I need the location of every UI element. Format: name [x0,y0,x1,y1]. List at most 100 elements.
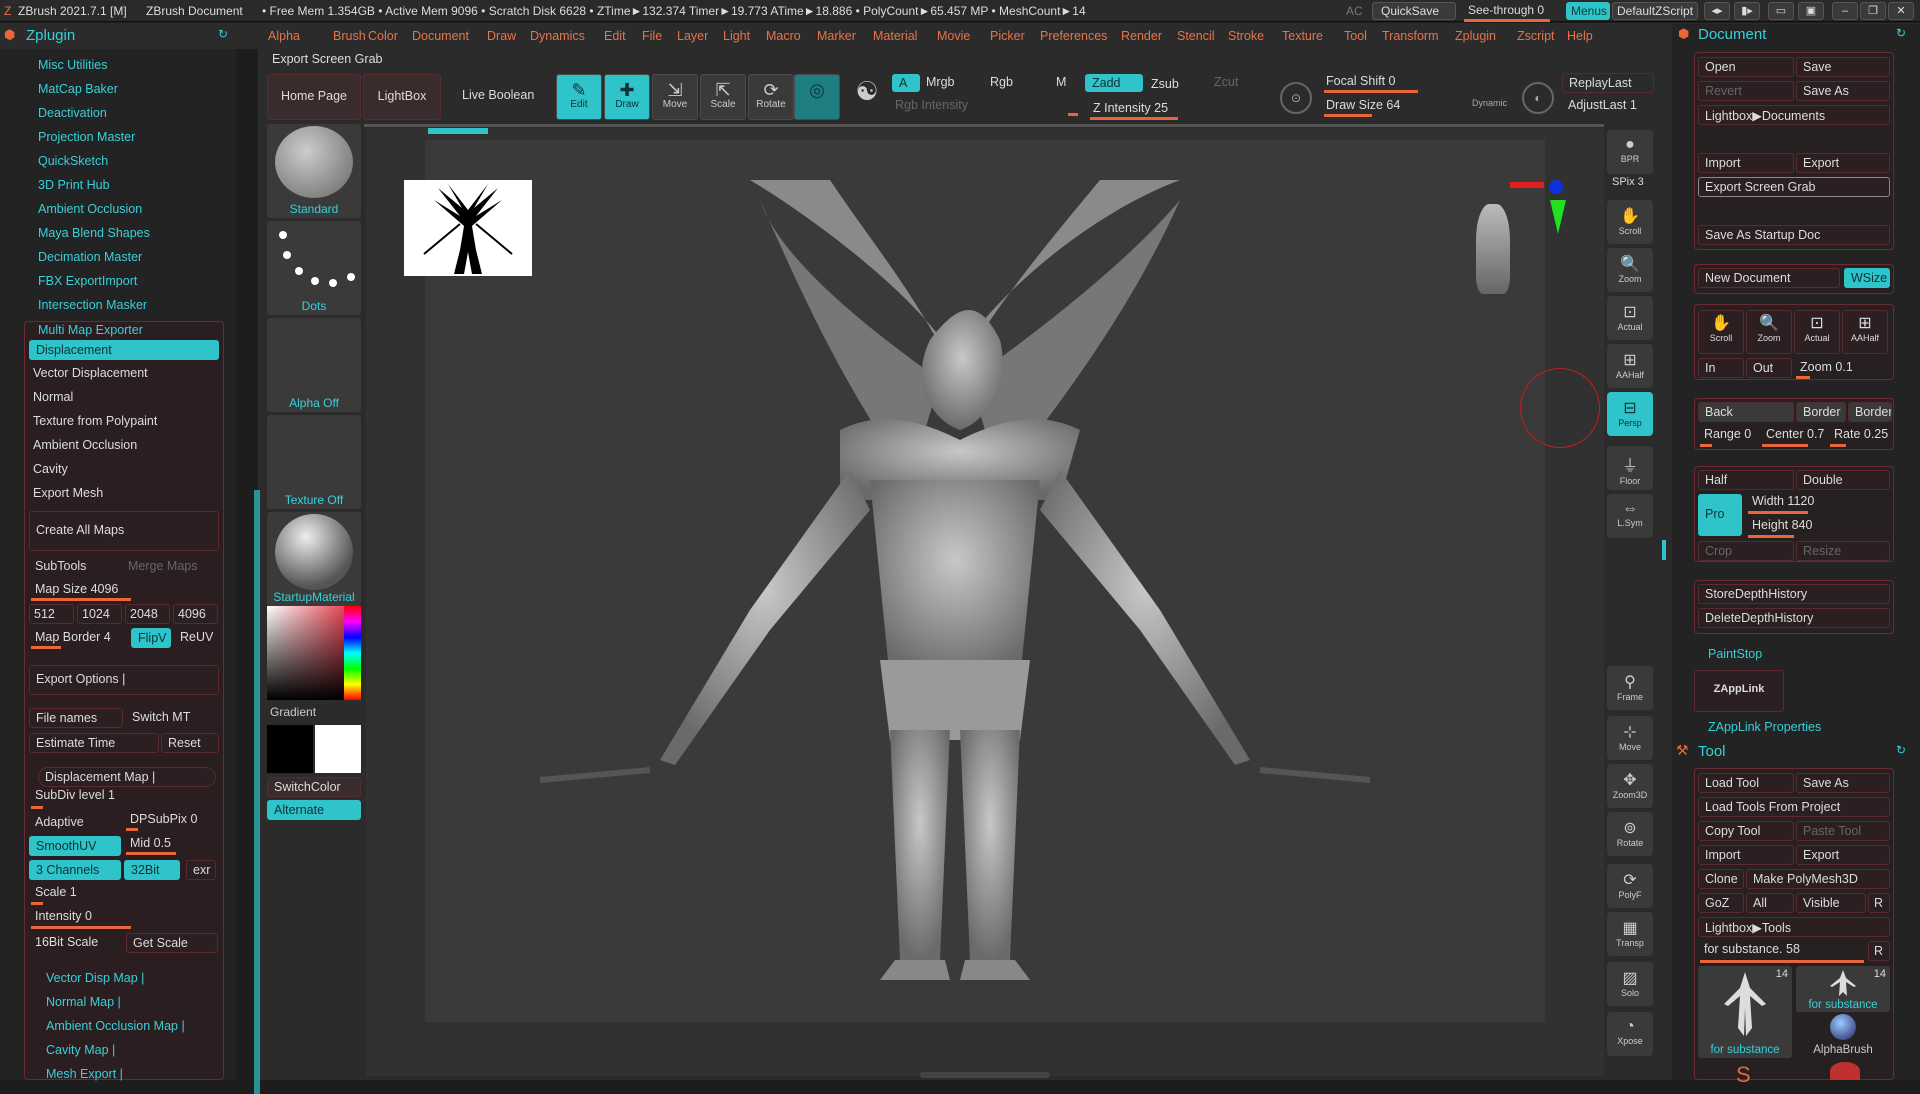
zoom-in-button[interactable]: In [1698,358,1744,378]
r2-button[interactable]: R [1868,941,1890,961]
menu-color[interactable]: Color [368,29,398,43]
rightbar-floor[interactable]: ⏚ Floor [1607,446,1653,490]
window-icon[interactable]: ▭ [1768,2,1794,20]
menu-edit[interactable]: Edit [604,29,626,43]
32bit-toggle[interactable]: 32Bit [124,860,180,880]
plugin-decimation-master[interactable]: Decimation Master [38,250,142,264]
load-tool-button[interactable]: Load Tool [1698,773,1794,793]
goz-button[interactable]: GoZ [1698,893,1744,913]
doc-actual-button[interactable]: ⊡ Actual [1794,310,1840,354]
copy-tool-button[interactable]: Copy Tool [1698,821,1794,841]
switch-color-button[interactable]: SwitchColor [267,777,361,797]
map-size-slider[interactable]: Map Size 4096 [29,580,219,600]
intensity-slider[interactable]: Intensity 0 [29,907,98,927]
map-item-normal[interactable]: Normal [27,388,217,408]
sphere-brush-icon[interactable]: ◎ [794,74,840,120]
width-slider[interactable]: Width 1120 [1746,492,1820,512]
bottom-scroll-handle[interactable] [920,1072,1050,1078]
winged-figure-model[interactable] [540,180,1370,1010]
refresh-icon[interactable]: ↻ [218,27,228,41]
map-item-vector-displacement[interactable]: Vector Displacement [27,364,217,384]
link-vector-disp-map-[interactable]: Vector Disp Map | [46,971,144,985]
rightbar-polyf[interactable]: ⟳ PolyF [1607,864,1653,908]
plugin-ambient-occlusion[interactable]: Ambient Occlusion [38,202,142,216]
menu-transform[interactable]: Transform [1382,29,1439,43]
menu-light[interactable]: Light [723,29,750,43]
menu-movie[interactable]: Movie [937,29,970,43]
stroke-thumb[interactable]: Dots [267,221,361,315]
plugin-intersection-masker[interactable]: Intersection Masker [38,298,147,312]
right-tray-arrow[interactable] [1662,540,1666,560]
save-as-startup-doc-button[interactable]: Save As Startup Doc [1698,225,1890,245]
height-slider[interactable]: Height 840 [1746,516,1818,536]
dynamic-icon[interactable]: ◐ [1522,82,1554,114]
menu-macro[interactable]: Macro [766,29,801,43]
rightbar-zoom[interactable]: 🔍 Zoom [1607,248,1653,292]
switch-mt-toggle[interactable]: Switch MT [126,708,196,728]
menu-file[interactable]: File [642,29,662,43]
zadd-toggle[interactable]: Zadd [1085,74,1143,92]
paintstop-link[interactable]: PaintStop [1708,647,1762,661]
zcut-toggle[interactable]: Zcut [1208,73,1244,93]
timeline-marker[interactable] [428,128,488,134]
rightbar-move[interactable]: ⊹ Move [1607,716,1653,760]
window2-icon[interactable]: ▣ [1798,2,1824,20]
rightbar-actual[interactable]: ⊡ Actual [1607,296,1653,340]
primary-color-swatch[interactable] [315,725,361,773]
make-polymesh3d-button[interactable]: Make PolyMesh3D [1746,869,1890,889]
rgb-intensity-slider[interactable]: Rgb Intensity [889,96,974,116]
tool-edit[interactable]: ✎ Edit [556,74,602,120]
tool-rotate[interactable]: ⟳ Rotate [748,74,794,120]
clone-button[interactable]: Clone [1698,869,1744,889]
lightbox-button[interactable]: LightBox [363,74,441,120]
focal-shift-slider[interactable]: Focal Shift 0 [1320,72,1401,92]
rightbar-aahalf[interactable]: ⊞ AAHalf [1607,344,1653,388]
lightbox-tools-button[interactable]: Lightbox▶Tools [1698,917,1890,937]
live-boolean-toggle[interactable]: Live Boolean [462,88,534,102]
import-button[interactable]: Import [1698,153,1794,173]
dpsubpix-slider[interactable]: DPSubPix 0 [124,810,203,830]
rightbar-zoom3d[interactable]: ✥ Zoom3D [1607,764,1653,808]
left-tray-handle[interactable] [254,490,260,1094]
doc-aahalf-button[interactable]: ⊞ AAHalf [1842,310,1888,354]
spix-slider[interactable]: SPix 3 [1612,176,1644,188]
alpha-thumb[interactable]: Alpha Off [267,318,361,412]
border2-button[interactable]: Border2 [1848,402,1892,422]
r-button[interactable]: R [1868,893,1890,913]
double-button[interactable]: Double [1796,470,1890,490]
mrgb-toggle[interactable]: Mrgb [920,73,960,93]
paste-tool-button[interactable]: Paste Tool [1796,821,1890,841]
tool-save-as-button[interactable]: Save As [1796,773,1890,793]
store-depth-history-button[interactable]: StoreDepthHistory [1698,584,1890,604]
reset-button[interactable]: Reset [161,733,219,753]
gradient-label[interactable]: Gradient [270,705,316,719]
back-button[interactable]: Back [1698,402,1794,422]
plugin-maya-blend-shapes[interactable]: Maya Blend Shapes [38,226,150,240]
menu-material[interactable]: Material [873,29,917,43]
menu-stroke[interactable]: Stroke [1228,29,1264,43]
document-refresh-icon[interactable]: ↻ [1896,26,1906,40]
tool-move[interactable]: ⇲ Move [652,74,698,120]
see-through-slider[interactable]: See-through 0 [1460,2,1554,20]
plugin-quicksketch[interactable]: QuickSketch [38,154,108,168]
brush-thumb[interactable]: Standard [267,124,361,218]
export-button[interactable]: Export [1796,153,1890,173]
yin-yang-icon[interactable]: ☯ [844,74,890,120]
menu-dynamics[interactable]: Dynamics [530,29,585,43]
zapplink-properties-link[interactable]: ZAppLink Properties [1708,720,1821,734]
menu-texture[interactable]: Texture [1282,29,1323,43]
draw-size-slider[interactable]: Draw Size 64 [1320,96,1406,116]
plugin-projection-master[interactable]: Projection Master [38,130,135,144]
half-button[interactable]: Half [1698,470,1794,490]
layout2-icon[interactable]: ▮▸ [1734,2,1760,20]
alternate-toggle[interactable]: Alternate [267,800,361,820]
adaptive-toggle[interactable]: Adaptive [29,813,90,833]
menu-help[interactable]: Help [1567,29,1593,43]
texture-thumb[interactable]: Texture Off [267,415,361,509]
head-gizmo[interactable] [1470,200,1516,300]
menu-preferences[interactable]: Preferences [1040,29,1107,43]
border-button[interactable]: Border [1796,402,1846,422]
save-as-button[interactable]: Save As [1796,81,1890,101]
menu-stencil[interactable]: Stencil [1177,29,1215,43]
link-ambient-occlusion-map-[interactable]: Ambient Occlusion Map | [46,1019,185,1033]
